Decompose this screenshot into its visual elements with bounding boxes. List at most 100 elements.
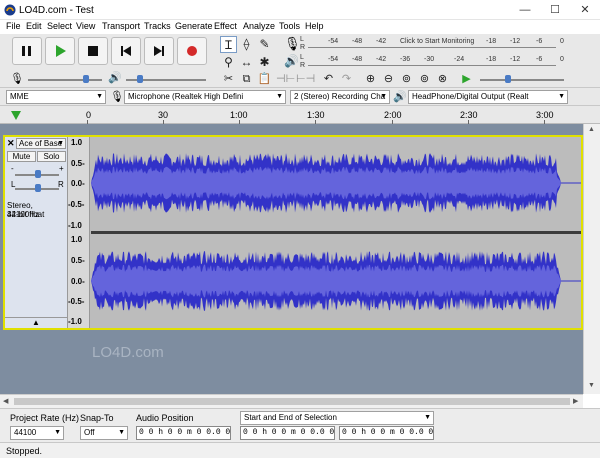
undo-button[interactable]: ↶ [320, 71, 337, 87]
pan-knob[interactable] [35, 184, 41, 192]
track-name: Ace of Base [19, 139, 63, 148]
play-at-speed-button[interactable]: ▶ [458, 71, 475, 87]
close-track-icon[interactable]: ✕ [7, 138, 15, 149]
silence-button[interactable]: ⊢⊣ [296, 71, 316, 87]
cut-button[interactable]: ✂ [220, 71, 237, 87]
recording-channels-select[interactable]: 2 (Stereo) Recording Cha ▼ [290, 90, 390, 104]
collapse-track-button[interactable]: ▲ [5, 317, 67, 328]
menu-edit[interactable]: Edit [26, 21, 42, 31]
ruler-label: 0.0- [71, 179, 85, 188]
recording-volume-slider[interactable] [28, 79, 102, 81]
stop-button[interactable] [78, 37, 108, 65]
selection-mode-value: Start and End of Selection [244, 413, 337, 422]
zoom-tool-button[interactable]: ⚲ [220, 54, 237, 71]
solo-button[interactable]: Solo [37, 151, 66, 162]
menu-tools[interactable]: Tools [279, 21, 300, 31]
menu-generate[interactable]: Generate [175, 21, 213, 31]
snap-to-select[interactable]: Off ▼ [80, 426, 128, 440]
pinned-play-head-icon[interactable] [10, 109, 22, 121]
maximize-button[interactable]: ☐ [540, 0, 570, 20]
playback-device-value: HeadPhone/Digital Output (Realt [412, 92, 529, 101]
play-button[interactable] [45, 37, 75, 65]
vertical-scrollbar[interactable]: ▲ ▼ [583, 124, 600, 394]
play-speed-slider[interactable] [480, 79, 564, 81]
selection-tool-button[interactable]: Ɪ [220, 36, 237, 53]
recording-volume-knob[interactable] [83, 75, 89, 83]
mute-button[interactable]: Mute [7, 151, 36, 162]
scroll-up-icon[interactable]: ▲ [588, 126, 595, 133]
skip-to-start-icon [121, 46, 131, 56]
play-icon [56, 45, 66, 57]
redo-icon: ↷ [341, 73, 352, 85]
ruler-label: -0.5- [68, 297, 85, 306]
audio-track[interactable]: ✕ Ace of Base ▼ Mute Solo - + L R Stereo,… [3, 135, 583, 330]
meter-r-label: R [300, 44, 306, 51]
menu-help[interactable]: Help [305, 21, 324, 31]
fit-project-button[interactable]: ⊚ [416, 71, 433, 87]
fit-selection-button[interactable]: ⊚ [398, 71, 415, 87]
audio-position-field[interactable]: 0 0 h 0 0 m 0 0.0 0 0 s [136, 426, 231, 440]
paste-button[interactable]: 📋 [256, 71, 273, 87]
track-panel[interactable]: ✕ Ace of Base ▼ Mute Solo - + L R Stereo,… [0, 124, 600, 394]
playback-device-select[interactable]: HeadPhone/Digital Output (Realt ▼ [408, 90, 568, 104]
time-shift-tool-button[interactable]: ↔ [238, 54, 255, 71]
menu-tracks[interactable]: Tracks [144, 21, 171, 31]
selection-start-value: 0 0 h 0 0 m 0 0.0 0 0 s [243, 428, 335, 437]
menu-effect[interactable]: Effect [214, 21, 237, 31]
play-speed-knob[interactable] [505, 75, 511, 83]
copy-button[interactable]: ⧉ [238, 71, 255, 87]
timeline-tick-label: 2:00 [384, 110, 402, 120]
timeline-ruler[interactable]: 0 30 1:00 1:30 2:00 2:30 3:00 [0, 106, 600, 124]
selection-end-value: 0 0 h 0 0 m 0 0.0 0 0 s [342, 428, 434, 437]
record-button[interactable] [177, 37, 207, 65]
recording-device-select[interactable]: Microphone (Realtek High Defini ▼ [124, 90, 286, 104]
skip-to-start-button[interactable] [111, 37, 141, 65]
silence-icon: ⊢⊣ [296, 73, 316, 85]
channel-separator [91, 231, 581, 234]
redo-button[interactable]: ↷ [338, 71, 355, 87]
track-name-menu[interactable]: Ace of Base ▼ [16, 138, 66, 149]
menu-file[interactable]: File [6, 21, 21, 31]
ruler-label: 0.5- [71, 256, 85, 265]
ruler-label: -1.0 [68, 221, 82, 230]
menu-select[interactable]: Select [47, 21, 72, 31]
pause-button[interactable] [12, 37, 42, 65]
playback-volume-knob[interactable] [137, 75, 143, 83]
minimize-button[interactable]: — [510, 0, 540, 20]
click-to-start-monitoring[interactable]: Click to Start Monitoring [400, 38, 474, 45]
record-meter-track[interactable] [308, 47, 556, 48]
title-bar: LO4D.com - Test — ☐ ✕ [0, 0, 600, 20]
fit-project-icon: ⊚ [419, 73, 430, 85]
draw-tool-button[interactable]: ✎ [256, 36, 273, 53]
selection-mode-select[interactable]: Start and End of Selection ▼ [240, 411, 434, 425]
gain-knob[interactable] [35, 170, 41, 178]
envelope-tool-button[interactable]: ⟠ [238, 36, 255, 53]
audio-host-select[interactable]: MME ▼ [6, 90, 106, 104]
scroll-down-icon[interactable]: ▼ [588, 382, 595, 389]
scroll-right-icon[interactable]: ▶ [573, 397, 578, 405]
meter-tick: -36 [400, 56, 411, 63]
ruler-label: 1.0 [71, 235, 83, 244]
zoom-toggle-button[interactable]: ⊗ [434, 71, 451, 87]
selection-start-field[interactable]: 0 0 h 0 0 m 0 0.0 0 0 s [240, 426, 335, 440]
multi-tool-button[interactable]: ✱ [256, 54, 273, 71]
selection-end-field[interactable]: 0 0 h 0 0 m 0 0.0 0 0 s [339, 426, 434, 440]
horizontal-scrollbar[interactable]: ◀ ▶ [0, 394, 583, 408]
chevron-down-icon: ▼ [54, 429, 61, 436]
menu-analyze[interactable]: Analyze [243, 21, 275, 31]
menu-transport[interactable]: Transport [102, 21, 140, 31]
zoom-in-button[interactable]: ⊕ [362, 71, 379, 87]
gain-plus-label: + [59, 164, 64, 173]
microphone-icon: 🎙 [284, 36, 301, 51]
project-rate-select[interactable]: 44100 ▼ [10, 426, 64, 440]
playback-meter-track[interactable] [308, 65, 556, 66]
copy-icon: ⧉ [242, 73, 251, 85]
close-button[interactable]: ✕ [570, 0, 600, 20]
scrollbar-thumb[interactable] [14, 398, 570, 405]
skip-to-end-button[interactable] [144, 37, 174, 65]
timeline-tick-label: 3:00 [536, 110, 554, 120]
zoom-out-button[interactable]: ⊖ [380, 71, 397, 87]
menu-view[interactable]: View [76, 21, 95, 31]
scroll-left-icon[interactable]: ◀ [3, 397, 8, 405]
trim-button[interactable]: ⊣⊢ [276, 71, 295, 87]
